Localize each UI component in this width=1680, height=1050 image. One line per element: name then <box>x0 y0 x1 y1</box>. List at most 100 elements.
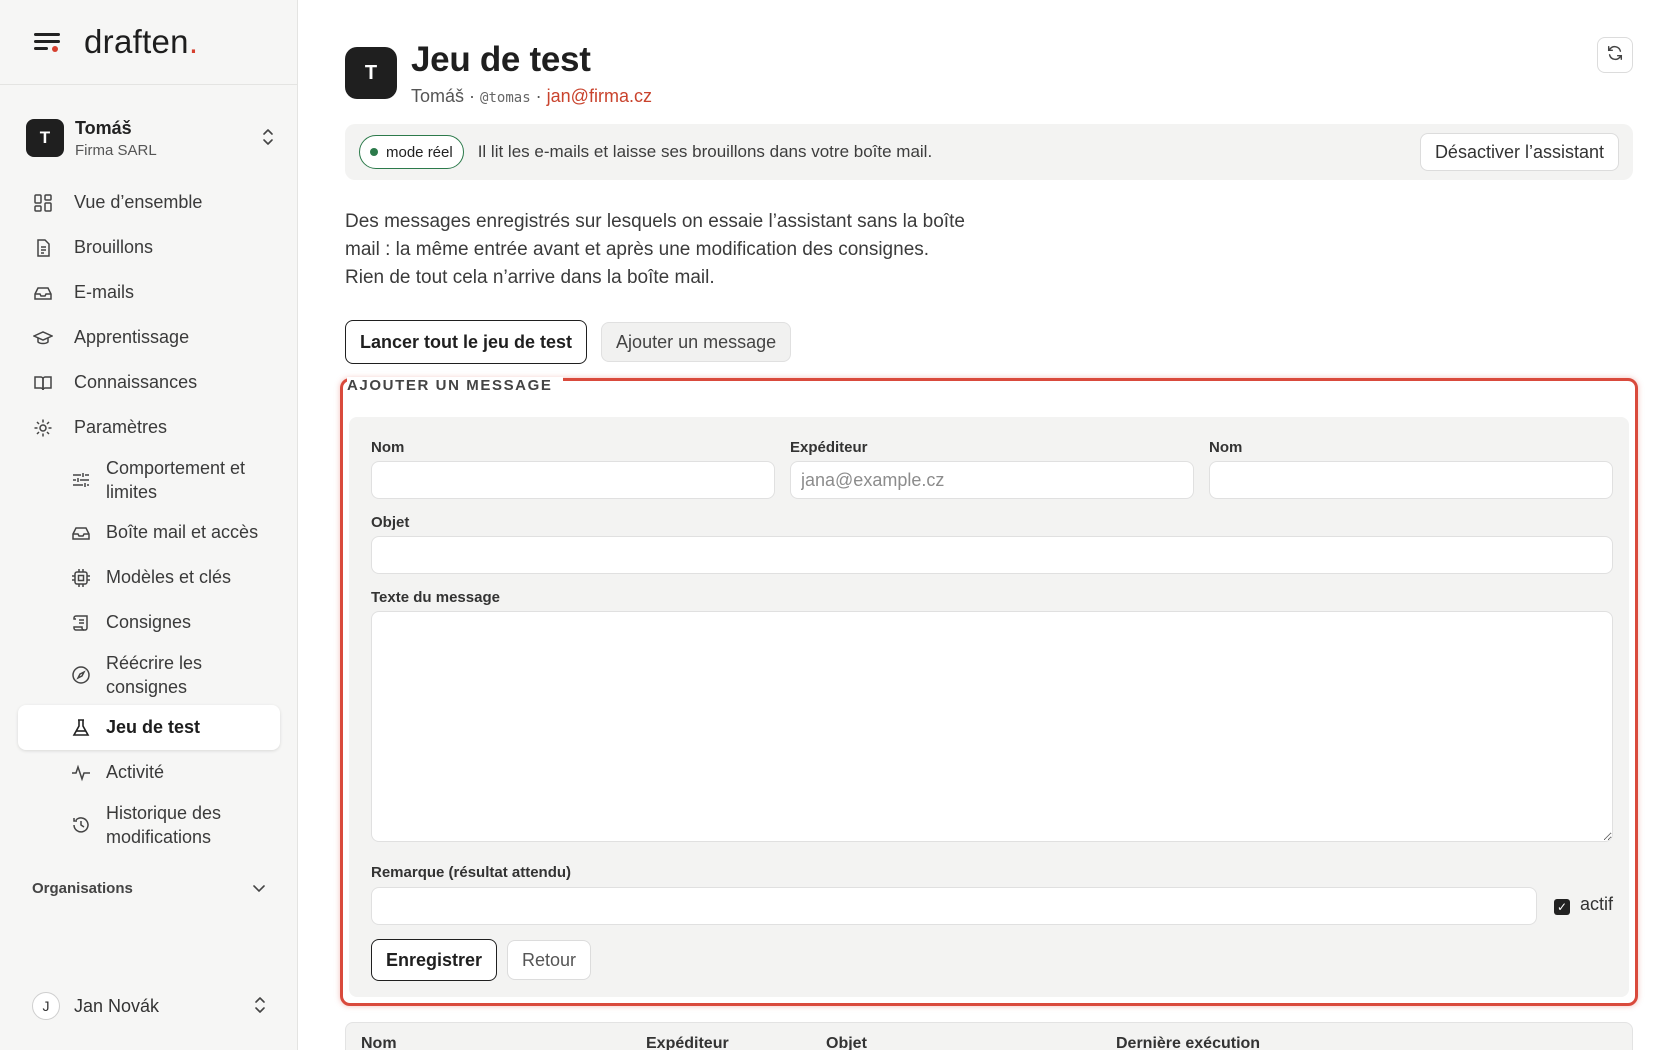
user-name: Jan Novák <box>74 995 160 1016</box>
mode-banner: mode réel Il lit les e-mails et laisse s… <box>345 124 1633 180</box>
sidebar-item-testset[interactable]: Jeu de test <box>18 705 280 750</box>
sidebar-nav: Vue d’ensemble Brouillons E-mails Appren… <box>18 180 280 855</box>
user-email-link[interactable]: jan@firma.cz <box>547 86 652 106</box>
refresh-button[interactable] <box>1597 37 1633 73</box>
sidebar-item-settings[interactable]: Paramètres <box>18 405 280 450</box>
sliders-icon <box>70 469 92 491</box>
sidebar-item-mailbox[interactable]: Boîte mail et accès <box>18 510 280 555</box>
refresh-icon <box>1606 44 1624 67</box>
sidebar-item-label: Jeu de test <box>106 717 201 737</box>
page-subtitle: Tomáš · @tomas · jan@firma.cz <box>411 86 652 107</box>
sidebar-item-knowledge[interactable]: Connaissances <box>18 360 280 405</box>
organisations-label: Organisations <box>32 880 133 897</box>
note-input[interactable] <box>371 887 1537 925</box>
run-all-button[interactable]: Lancer tout le jeu de test <box>345 320 588 364</box>
active-label: actif <box>1580 893 1614 914</box>
inbox-icon <box>70 522 92 544</box>
column-header: Objet <box>826 1035 867 1050</box>
add-message-form: AJOUTER UN MESSAGE Nom Expéditeur Nom Ob… <box>340 377 1638 1006</box>
sidebar-item-behavior[interactable]: Comportement et limites <box>18 450 280 510</box>
name2-label: Nom <box>1209 439 1243 456</box>
book-icon <box>32 372 54 394</box>
sidebar-item-label: Comportement et limites <box>106 458 246 502</box>
sidebar-item-label: Paramètres <box>74 417 168 437</box>
table-header: Nom Expéditeur Objet Dernière exécution <box>345 1022 1633 1050</box>
body-textarea[interactable] <box>371 611 1613 842</box>
back-button[interactable]: Retour <box>507 940 592 980</box>
sender-input[interactable] <box>790 461 1194 499</box>
chip-icon <box>70 567 92 589</box>
sidebar-item-label: Activité <box>106 762 165 782</box>
sidebar-item-drafts[interactable]: Brouillons <box>18 225 280 270</box>
sidebar-item-activity[interactable]: Activité <box>18 750 280 795</box>
status-badge: mode réel <box>359 135 464 169</box>
user-menu[interactable]: J Jan Novák <box>32 992 268 1020</box>
banner-text: Il lit les e-mails et laisse ses brouill… <box>477 142 933 161</box>
add-message-button[interactable]: Ajouter un message <box>601 322 792 362</box>
chevron-down-icon <box>252 880 266 897</box>
sidebar-item-label: Apprentissage <box>74 327 190 347</box>
sidebar-item-label: Historique des modifications <box>106 803 222 847</box>
sidebar-item-label: Modèles et clés <box>106 567 232 587</box>
sender-label: Expéditeur <box>790 439 868 456</box>
separator: · <box>469 86 476 106</box>
logo[interactable]: draften. <box>84 23 198 61</box>
column-header: Expéditeur <box>646 1035 729 1050</box>
checkmark-icon: ✓ <box>1554 899 1570 915</box>
name-label: Nom <box>371 439 405 456</box>
save-button[interactable]: Enregistrer <box>371 939 498 981</box>
form-legend: AJOUTER UN MESSAGE <box>347 377 563 394</box>
sidebar-item-label: Vue d’ensemble <box>74 192 203 212</box>
column-header: Nom <box>361 1035 397 1050</box>
sidebar-item-label: Réécrire les consignes <box>106 653 203 697</box>
account-avatar: T <box>26 119 64 157</box>
action-bar: Lancer tout le jeu de test Ajouter un me… <box>345 320 792 364</box>
user-avatar: J <box>32 992 60 1020</box>
sidebar-item-label: Brouillons <box>74 237 154 257</box>
sidebar-item-learning[interactable]: Apprentissage <box>18 315 280 360</box>
user-handle: @tomas <box>480 90 531 106</box>
flask-icon <box>70 717 92 739</box>
sidebar-item-label: Boîte mail et accès <box>106 522 259 542</box>
inbox-icon <box>32 282 54 304</box>
page-header: T Jeu de test Tomáš · @tomas · jan@firma… <box>345 40 652 107</box>
account-switcher[interactable]: T Tomáš Firma SARL <box>26 114 276 162</box>
subtitle-name: Tomáš <box>411 86 465 106</box>
account-org: Firma SARL <box>75 141 157 159</box>
body-label: Texte du message <box>371 589 500 606</box>
sidebar-item-overview[interactable]: Vue d’ensemble <box>18 180 280 225</box>
organisations-toggle[interactable]: Organisations <box>32 880 266 897</box>
form-panel: Nom Expéditeur Nom Objet Texte du messag… <box>349 417 1629 997</box>
menu-icon[interactable] <box>34 31 60 53</box>
sidebar-item-rewrite[interactable]: Réécrire les consignes <box>18 645 280 705</box>
live-dot-icon <box>370 148 378 156</box>
sidebar-item-label: Connaissances <box>74 372 198 392</box>
disable-assistant-button[interactable]: Désactiver l’assistant <box>1419 133 1619 171</box>
activity-icon <box>70 762 92 784</box>
account-name: Tomáš <box>75 117 132 138</box>
chevron-up-down-icon <box>260 127 276 149</box>
sidebar-item-emails[interactable]: E-mails <box>18 270 280 315</box>
sidebar-item-label: E-mails <box>74 282 135 302</box>
history-icon <box>70 814 92 836</box>
document-icon <box>32 237 54 259</box>
sidebar: draften. T Tomáš Firma SARL Vue d’ensemb… <box>0 0 298 1050</box>
intro-text: Des messages enregistrés sur lesquels on… <box>345 211 965 288</box>
chevron-up-down-icon <box>252 995 268 1017</box>
subject-input[interactable] <box>371 536 1613 574</box>
active-checkbox[interactable]: ✓ actif <box>1554 893 1613 915</box>
name2-input[interactable] <box>1209 461 1613 499</box>
scroll-icon <box>70 612 92 634</box>
dashboard-icon <box>32 192 54 214</box>
compass-icon <box>70 664 92 686</box>
name-input[interactable] <box>371 461 775 499</box>
graduation-cap-icon <box>32 327 54 349</box>
status-badge-label: mode réel <box>386 143 453 161</box>
column-header: Dernière exécution <box>1116 1035 1261 1050</box>
brand-bar: draften. <box>0 0 297 85</box>
gear-icon <box>32 417 54 439</box>
sidebar-item-models[interactable]: Modèles et clés <box>18 555 280 600</box>
sidebar-item-instructions[interactable]: Consignes <box>18 600 280 645</box>
page-title: Jeu de test <box>411 40 591 79</box>
sidebar-item-history[interactable]: Historique des modifications <box>18 795 280 855</box>
